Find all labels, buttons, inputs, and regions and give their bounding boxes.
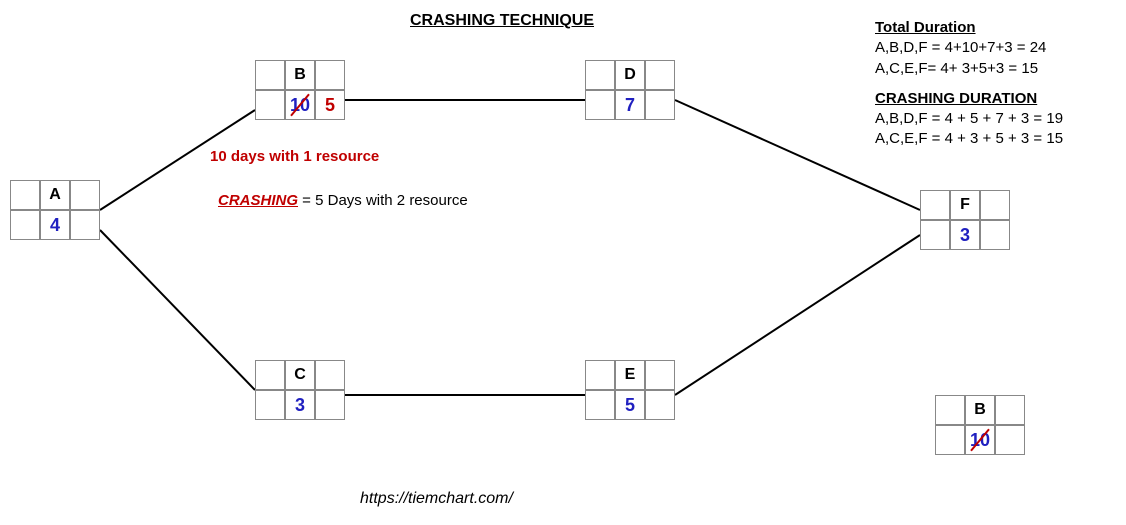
node-A: A 4 [10, 180, 100, 240]
node-D: D 7 [585, 60, 675, 120]
node-F: F 3 [920, 190, 1010, 250]
crashing-duration-path2: A,C,E,F = 4 + 3 + 5 + 3 = 15 [875, 129, 1063, 149]
node-E-duration: 5 [615, 390, 645, 420]
node-F-name: F [950, 190, 980, 220]
node-B-crashed-duration: 5 [315, 90, 345, 120]
node-A-name: A [40, 180, 70, 210]
total-duration-path1: A,B,D,F = 4+10+7+3 = 24 [875, 38, 1063, 58]
node-B-name: B [285, 60, 315, 90]
note-resource-1: 10 days with 1 resource [210, 148, 379, 165]
node-B-legend: B 10 [935, 395, 1025, 455]
node-B: B 10 5 [255, 60, 345, 120]
footer-url: https://tiemchart.com/ [360, 490, 513, 508]
note-crashing: CRASHING = 5 Days with 2 resource [218, 192, 468, 209]
node-F-duration: 3 [950, 220, 980, 250]
node-C-duration: 3 [285, 390, 315, 420]
node-A-duration: 4 [40, 210, 70, 240]
node-E-name: E [615, 360, 645, 390]
node-B-legend-duration: 10 [965, 425, 995, 455]
total-duration-heading: Total Duration [875, 18, 1063, 38]
node-E: E 5 [585, 360, 675, 420]
node-D-duration: 7 [615, 90, 645, 120]
node-D-name: D [615, 60, 645, 90]
crashing-duration-heading: CRASHING DURATION [875, 89, 1063, 109]
node-B-duration: 10 [285, 90, 315, 120]
node-B-legend-name: B [965, 395, 995, 425]
total-duration-path2: A,C,E,F= 4+ 3+5+3 = 15 [875, 59, 1063, 79]
crashing-label: CRASHING [218, 192, 298, 209]
crashing-duration-path1: A,B,D,F = 4 + 5 + 7 + 3 = 19 [875, 109, 1063, 129]
node-C-name: C [285, 360, 315, 390]
node-C: C 3 [255, 360, 345, 420]
diagram-title: CRASHING TECHNIQUE [410, 12, 594, 30]
duration-info: Total Duration A,B,D,F = 4+10+7+3 = 24 A… [875, 18, 1063, 150]
